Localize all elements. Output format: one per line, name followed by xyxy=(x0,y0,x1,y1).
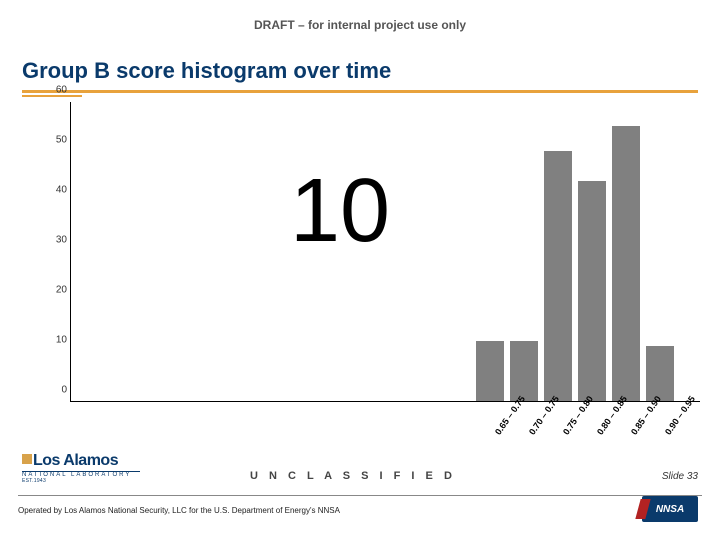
draft-banner: DRAFT – for internal project use only xyxy=(0,18,720,32)
slide-number: Slide 33 xyxy=(662,471,698,482)
y-tick: 60 xyxy=(43,85,67,96)
x-tick: 0.90 – 0.95 xyxy=(663,408,704,448)
bar xyxy=(476,341,504,401)
classification-label: U N C L A S S I F I E D xyxy=(250,470,456,482)
nnsa-logo-text: NNSA xyxy=(656,504,684,515)
bar xyxy=(578,181,606,401)
footer-divider xyxy=(18,495,702,496)
slide-title: Group B score histogram over time xyxy=(22,58,698,84)
y-tick: 50 xyxy=(43,135,67,146)
title-rule xyxy=(22,90,698,93)
lanl-logo-name: Los Alamos xyxy=(33,452,118,469)
overlay-number: 10 xyxy=(290,160,390,263)
y-tick: 20 xyxy=(43,285,67,296)
xticks-container: 0.65 – 0.750.70 – 0.750.75 – 0.800.80 – … xyxy=(70,402,700,432)
nnsa-logo: NNSA xyxy=(642,496,698,522)
y-tick: 10 xyxy=(43,335,67,346)
bar xyxy=(510,341,538,401)
slide: DRAFT – for internal project use only Gr… xyxy=(0,0,720,540)
y-tick: 30 xyxy=(43,235,67,246)
y-tick: 40 xyxy=(43,185,67,196)
footer-text: Operated by Los Alamos National Security… xyxy=(18,506,340,515)
bar xyxy=(544,151,572,401)
title-block: Group B score histogram over time xyxy=(22,58,698,97)
lanl-logo-line2: EST.1943 xyxy=(22,478,152,484)
histogram-chart: 0102030405060 0.65 – 0.750.70 – 0.750.75… xyxy=(40,102,700,432)
lanl-logo: Los Alamos NATIONAL LABORATORY EST.1943 xyxy=(22,452,152,484)
y-tick: 0 xyxy=(43,385,67,396)
bar xyxy=(612,126,640,401)
bar xyxy=(646,346,674,401)
